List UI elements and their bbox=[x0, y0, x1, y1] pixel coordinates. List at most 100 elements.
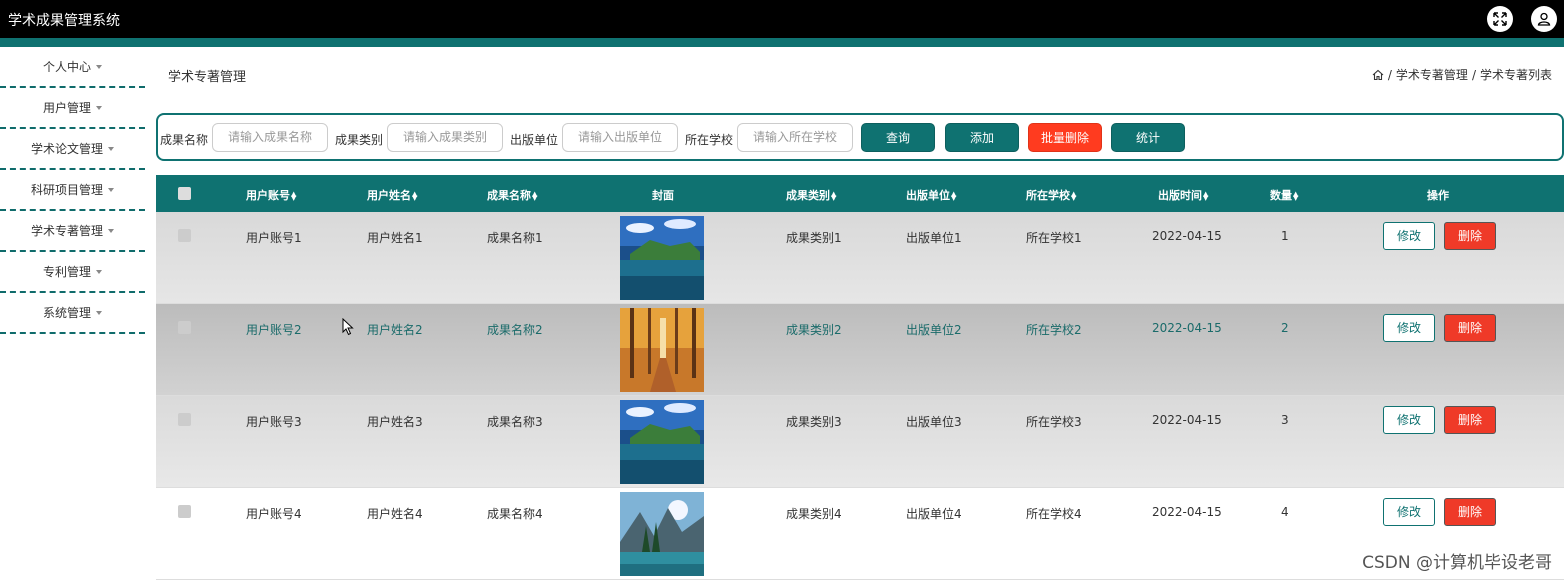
delete-button[interactable]: 删除 bbox=[1444, 406, 1496, 434]
app-title: 学术成果管理系统 bbox=[8, 13, 120, 29]
row-checkbox[interactable] bbox=[178, 321, 191, 334]
add-button[interactable]: 添加 bbox=[945, 123, 1019, 152]
cell-name: 用户姓名1 bbox=[367, 231, 423, 245]
sidebar-item-label: 系统管理 bbox=[42, 306, 91, 320]
search-input-publisher[interactable]: 请输入出版单位 bbox=[562, 123, 678, 152]
column-header-name[interactable]: 用户姓名▲ ▼ bbox=[367, 187, 417, 203]
sidebar-item-label: 科研项目管理 bbox=[30, 183, 103, 197]
caret-down-icon bbox=[96, 269, 102, 274]
cell-name: 用户姓名4 bbox=[367, 507, 423, 521]
sort-icon[interactable]: ▲ ▼ bbox=[291, 191, 296, 202]
column-header-date[interactable]: 出版时间▲ ▼ bbox=[1158, 187, 1208, 203]
edit-button[interactable]: 修改 bbox=[1383, 498, 1435, 526]
search-form: 成果名称 请输入成果名称 成果类别 请输入成果类别 出版单位 请输入出版单位 所… bbox=[156, 113, 1564, 161]
cell-count: 3 bbox=[1281, 413, 1289, 427]
sort-icon[interactable]: ▲ ▼ bbox=[1293, 191, 1298, 202]
column-header-count[interactable]: 数量▲ ▼ bbox=[1270, 187, 1298, 203]
sidebar-item-papers[interactable]: 学术论文管理 bbox=[0, 129, 145, 170]
cell-account: 用户账号2 bbox=[246, 323, 302, 337]
column-header-category[interactable]: 成果类别▲ ▼ bbox=[786, 187, 836, 203]
sort-icon[interactable]: ▲ ▼ bbox=[412, 191, 417, 202]
cell-title: 成果名称4 bbox=[487, 507, 543, 521]
fullscreen-icon[interactable] bbox=[1487, 6, 1513, 32]
sort-icon[interactable]: ▲ ▼ bbox=[532, 191, 537, 202]
cover-image[interactable] bbox=[620, 492, 704, 576]
caret-down-icon bbox=[96, 105, 102, 110]
caret-down-icon bbox=[108, 187, 114, 192]
caret-down-icon bbox=[108, 228, 114, 233]
cover-image[interactable] bbox=[620, 308, 704, 392]
query-button[interactable]: 查询 bbox=[861, 123, 935, 152]
edit-button[interactable]: 修改 bbox=[1383, 406, 1435, 434]
cell-count: 4 bbox=[1281, 505, 1289, 519]
sidebar-item-projects[interactable]: 科研项目管理 bbox=[0, 170, 145, 211]
sidebar-item-label: 学术论文管理 bbox=[30, 142, 103, 156]
breadcrumb-item-monographs[interactable]: 学术专著管理 bbox=[1396, 66, 1468, 83]
caret-down-icon bbox=[96, 64, 102, 69]
sort-icon[interactable]: ▲ ▼ bbox=[1071, 191, 1076, 202]
sidebar: 个人中心 用户管理 学术论文管理 科研项目管理 学术专著管理 专利管理 系统管理 bbox=[0, 47, 145, 334]
search-input-category[interactable]: 请输入成果类别 bbox=[387, 123, 503, 152]
table-header: 用户账号▲ ▼ 用户姓名▲ ▼ 成果名称▲ ▼ 封面 成果类别▲ ▼ 出版单位▲ ▼ 所在… bbox=[156, 175, 1564, 212]
sidebar-item-monographs[interactable]: 学术专著管理 bbox=[0, 211, 145, 252]
cell-title: 成果名称1 bbox=[487, 231, 543, 245]
search-label-school: 所在学校 bbox=[685, 133, 734, 147]
search-label-title: 成果名称 bbox=[160, 133, 209, 147]
cell-publisher: 出版单位1 bbox=[906, 231, 962, 245]
cell-category: 成果类别1 bbox=[786, 231, 842, 245]
user-icon[interactable] bbox=[1531, 6, 1557, 32]
top-bar: 学术成果管理系统 bbox=[0, 0, 1564, 38]
sort-icon[interactable]: ▲ ▼ bbox=[1203, 191, 1208, 202]
column-header-publisher[interactable]: 出版单位▲ ▼ bbox=[906, 187, 956, 203]
column-header-actions: 操作 bbox=[1427, 189, 1449, 202]
batch-delete-button[interactable]: 批量删除 bbox=[1028, 123, 1102, 152]
cover-image[interactable] bbox=[620, 216, 704, 300]
column-header-title[interactable]: 成果名称▲ ▼ bbox=[487, 187, 537, 203]
sidebar-item-patents[interactable]: 专利管理 bbox=[0, 252, 145, 293]
cell-school: 所在学校3 bbox=[1026, 415, 1082, 429]
cell-date: 2022-04-15 bbox=[1152, 413, 1222, 427]
cell-category: 成果类别4 bbox=[786, 507, 842, 521]
row-checkbox[interactable] bbox=[178, 505, 191, 518]
sidebar-item-label: 专利管理 bbox=[42, 265, 91, 279]
cell-school: 所在学校4 bbox=[1026, 507, 1082, 521]
edit-button[interactable]: 修改 bbox=[1383, 222, 1435, 250]
breadcrumb: / 学术专著管理 / 学术专著列表 bbox=[1372, 66, 1552, 83]
accent-bar bbox=[0, 38, 1564, 47]
table-row: 用户账号4 用户姓名4 成果名称4 成果类别4 出版单位4 所在学校4 2022… bbox=[156, 488, 1564, 580]
column-header-account[interactable]: 用户账号▲ ▼ bbox=[246, 187, 296, 203]
cell-account: 用户账号4 bbox=[246, 507, 302, 521]
cell-date: 2022-04-15 bbox=[1152, 321, 1222, 335]
delete-button[interactable]: 删除 bbox=[1444, 222, 1496, 250]
table-row: 用户账号1 用户姓名1 成果名称1 成果类别1 出版单位1 所在学校1 2022… bbox=[156, 212, 1564, 304]
cell-category: 成果类别2 bbox=[786, 323, 842, 337]
sidebar-item-label: 用户管理 bbox=[42, 101, 91, 115]
sort-icon[interactable]: ▲ ▼ bbox=[831, 191, 836, 202]
row-checkbox[interactable] bbox=[178, 229, 191, 242]
delete-button[interactable]: 删除 bbox=[1444, 314, 1496, 342]
search-input-title[interactable]: 请输入成果名称 bbox=[212, 123, 328, 152]
sort-icon[interactable]: ▲ ▼ bbox=[951, 191, 956, 202]
cell-title: 成果名称2 bbox=[487, 323, 543, 337]
sidebar-item-personal[interactable]: 个人中心 bbox=[0, 47, 145, 88]
sidebar-item-system[interactable]: 系统管理 bbox=[0, 293, 145, 334]
sidebar-item-users[interactable]: 用户管理 bbox=[0, 88, 145, 129]
home-icon[interactable] bbox=[1372, 69, 1384, 81]
search-input-school[interactable]: 请输入所在学校 bbox=[737, 123, 853, 152]
column-header-school[interactable]: 所在学校▲ ▼ bbox=[1026, 187, 1076, 203]
cell-date: 2022-04-15 bbox=[1152, 229, 1222, 243]
stats-button[interactable]: 统计 bbox=[1111, 123, 1185, 152]
cell-name: 用户姓名2 bbox=[367, 323, 423, 337]
select-all-checkbox[interactable] bbox=[178, 187, 191, 200]
row-checkbox[interactable] bbox=[178, 413, 191, 426]
cell-publisher: 出版单位3 bbox=[906, 415, 962, 429]
cell-name: 用户姓名3 bbox=[367, 415, 423, 429]
cell-count: 1 bbox=[1281, 229, 1289, 243]
delete-button[interactable]: 删除 bbox=[1444, 498, 1496, 526]
cover-image[interactable] bbox=[620, 400, 704, 484]
mouse-cursor-icon bbox=[342, 318, 354, 336]
cell-publisher: 出版单位4 bbox=[906, 507, 962, 521]
column-header-cover: 封面 bbox=[652, 189, 674, 202]
caret-down-icon bbox=[108, 146, 114, 151]
edit-button[interactable]: 修改 bbox=[1383, 314, 1435, 342]
